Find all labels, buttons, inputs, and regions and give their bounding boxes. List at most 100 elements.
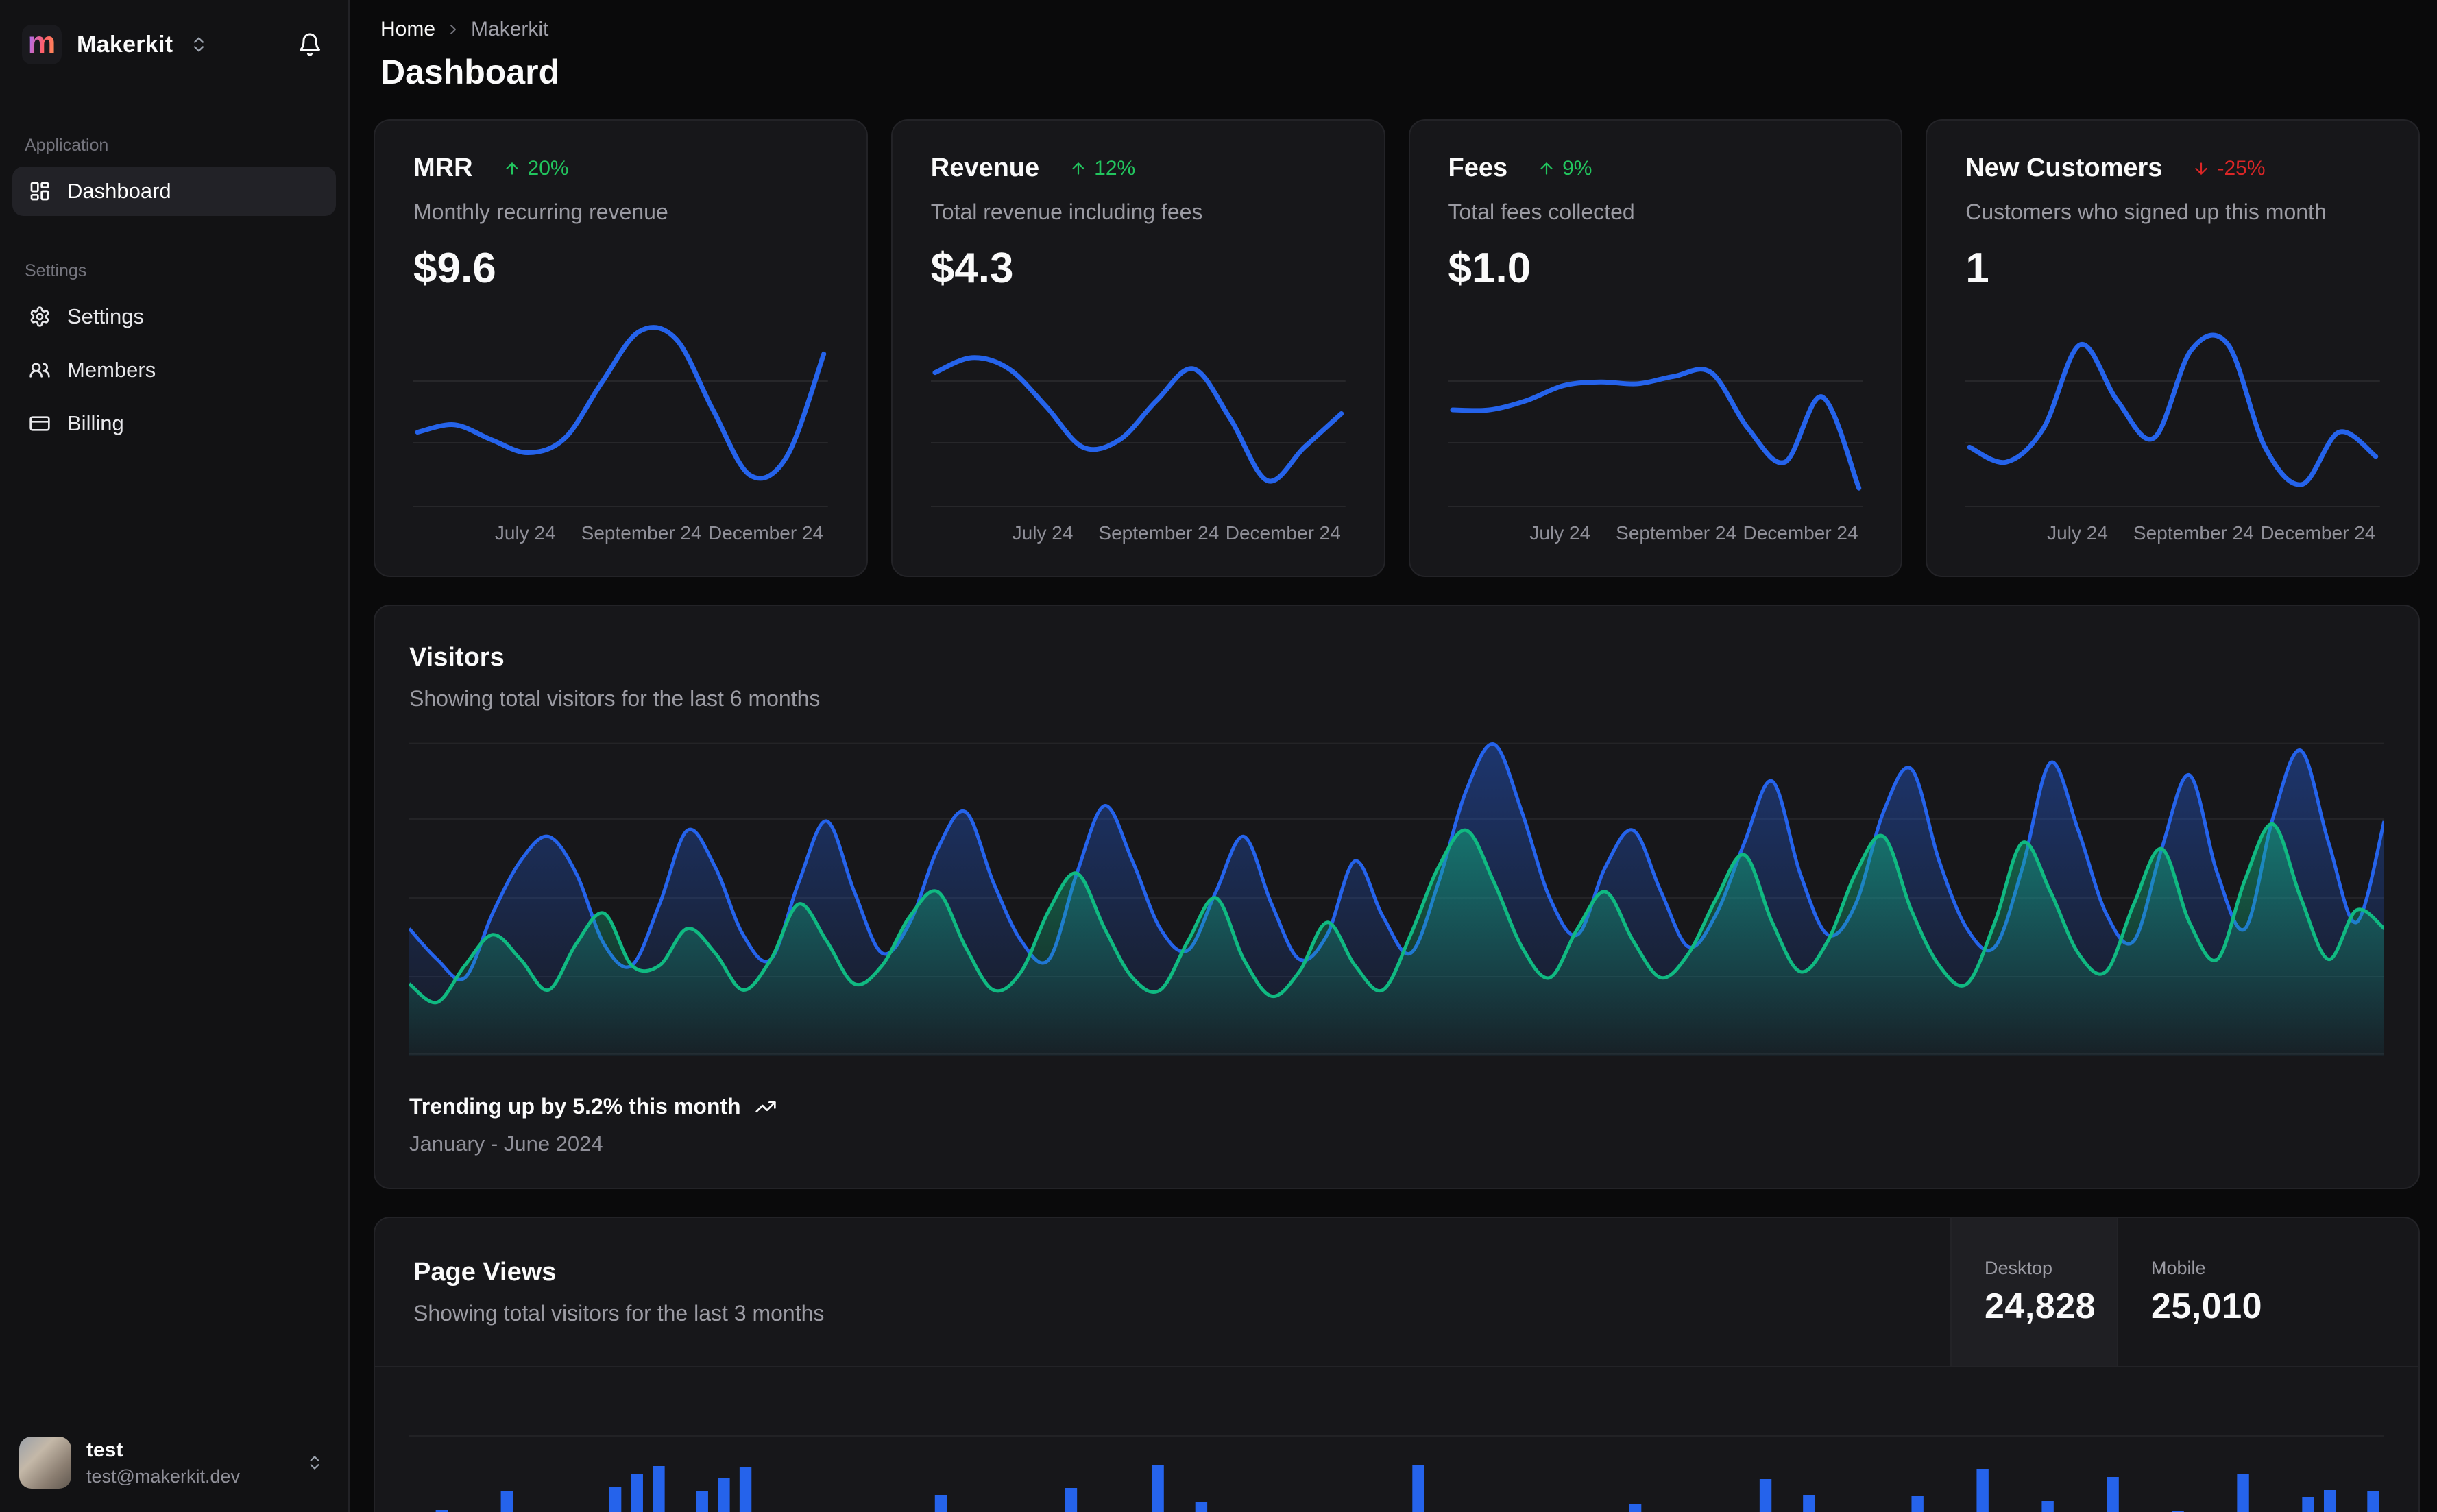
visitors-footer: Trending up by 5.2% this month January -… [409, 1094, 2384, 1156]
user-email: test@makerkit.dev [86, 1465, 240, 1487]
sidebar: m Makerkit Application Dashboard Setting… [0, 0, 350, 1512]
page-title: Dashboard [380, 53, 560, 91]
page-views-title: Page Views [413, 1258, 557, 1287]
visitors-title: Visitors [409, 643, 505, 672]
x-tick: December 24 [2260, 522, 2376, 544]
period-text: January - June 2024 [409, 1132, 603, 1156]
stat-value: $9.6 [413, 245, 496, 292]
app-root: m Makerkit Application Dashboard Setting… [0, 0, 2437, 1512]
section-label-settings: Settings [25, 261, 87, 280]
stat-card-grid: MRR 20% Monthly recurring revenue $9.6 J… [374, 119, 2420, 577]
stat-value: $4.3 [930, 245, 1014, 292]
x-tick: September 24 [581, 522, 702, 544]
visitors-description: Showing total visitors for the last 6 mo… [409, 686, 821, 711]
sidebar-item-settings[interactable]: Settings [12, 292, 336, 341]
chevrons-up-down-icon [306, 1454, 324, 1472]
page-views-description: Showing total visitors for the last 3 mo… [413, 1301, 825, 1326]
stat-title: New Customers [1965, 154, 2163, 182]
arrow-up-icon [503, 160, 521, 178]
sparkline-chart: July 24 September 24 December 24 [413, 307, 828, 550]
layout-dashboard-icon [29, 180, 51, 202]
sparkline-chart: July 24 September 24 December 24 [1965, 307, 2380, 550]
stat-card-revenue: Revenue 12% Total revenue including fees… [890, 119, 1385, 577]
page-views-header: Page Views Showing total visitors for th… [375, 1218, 2418, 1367]
stat-change-badge: -25% [2192, 156, 2266, 180]
toggle-value: 25,010 [2151, 1286, 2263, 1326]
breadcrumb: Home Makerkit [374, 18, 2420, 41]
stat-description: Customers who signed up this month [1965, 199, 2327, 224]
sparkline-chart: July 24 September 24 December 24 [930, 307, 1346, 550]
bell-icon[interactable] [298, 32, 322, 57]
workspace-switcher[interactable]: m Makerkit [12, 19, 336, 70]
x-tick: July 24 [1012, 522, 1074, 544]
breadcrumb-home[interactable]: Home [380, 18, 435, 41]
x-axis-labels: July 24 September 24 December 24 [1448, 522, 1863, 550]
stat-card-new-customers: New Customers -25% Customers who signed … [1926, 119, 2420, 577]
gear-icon [29, 306, 51, 328]
sparkline-svg [413, 325, 828, 507]
stat-card-mrr: MRR 20% Monthly recurring revenue $9.6 J… [374, 119, 868, 577]
users-icon [29, 359, 51, 381]
toggle-label: Mobile [2151, 1257, 2206, 1278]
arrow-up-icon [1538, 160, 1555, 178]
stat-value: $1.0 [1448, 245, 1531, 292]
toggle-value: 24,828 [1985, 1286, 2096, 1326]
x-axis-labels: July 24 September 24 December 24 [413, 522, 828, 550]
toggle-label: Desktop [1985, 1257, 2053, 1278]
x-tick: September 24 [2133, 522, 2254, 544]
makerkit-logo: m [22, 25, 62, 64]
x-tick: July 24 [494, 522, 556, 544]
breadcrumb-current: Makerkit [471, 18, 549, 40]
x-axis-labels: July 24 September 24 December 24 [1965, 522, 2380, 550]
x-tick: September 24 [1616, 522, 1737, 544]
sidebar-item-label: Settings [67, 304, 145, 328]
sidebar-item-dashboard[interactable]: Dashboard [12, 167, 336, 216]
visitors-card: Visitors Showing total visitors for the … [374, 605, 2420, 1189]
sidebar-item-billing[interactable]: Billing [12, 399, 336, 448]
arrow-up-icon [1069, 160, 1087, 178]
toggle-mobile[interactable]: Mobile 25,010 [2117, 1218, 2418, 1366]
section-label-application: Application [25, 136, 109, 155]
x-tick: December 24 [1743, 522, 1858, 544]
page-views-bar-chart [409, 1435, 2384, 1512]
stat-title: Fees [1448, 154, 1508, 182]
x-tick: September 24 [1098, 522, 1220, 544]
x-axis-labels: July 24 September 24 December 24 [931, 522, 1346, 550]
sidebar-item-label: Members [67, 358, 156, 382]
page-views-card: Page Views Showing total visitors for th… [374, 1217, 2420, 1512]
avatar [19, 1437, 71, 1489]
main-content: Home Makerkit Dashboard MRR 20% Monthly … [350, 0, 2437, 1512]
stat-change-value: 12% [1094, 156, 1136, 180]
stat-description: Monthly recurring revenue [413, 199, 668, 224]
sparkline-svg [1448, 367, 1863, 507]
sparkline-svg [1965, 332, 2380, 507]
x-tick: December 24 [707, 522, 824, 544]
arrow-down-icon [2192, 160, 2210, 178]
user-name: test [86, 1438, 123, 1461]
stat-change-value: 9% [1562, 156, 1592, 180]
sparkline-chart: July 24 September 24 December 24 [1448, 307, 1863, 550]
trending-up-icon [755, 1096, 777, 1118]
chevrons-up-down-icon [189, 35, 208, 54]
user-menu[interactable]: test test@makerkit.dev [12, 1430, 336, 1496]
stat-title: MRR [413, 154, 473, 182]
user-info: test test@makerkit.dev [86, 1439, 240, 1487]
stat-change-badge: 9% [1538, 157, 1592, 180]
workspace-name: Makerkit [77, 31, 173, 58]
stat-description: Total revenue including fees [930, 199, 1203, 224]
credit-card-icon [29, 413, 51, 435]
stat-card-fees: Fees 9% Total fees collected $1.0 July 2… [1408, 119, 1903, 577]
stat-change-badge: 20% [503, 157, 569, 180]
sidebar-item-label: Dashboard [67, 179, 171, 203]
stat-change-badge: 12% [1069, 157, 1135, 180]
sidebar-item-label: Billing [67, 411, 124, 435]
x-tick: July 24 [2047, 522, 2108, 544]
stat-change-value: -25% [2217, 156, 2266, 180]
toggle-desktop[interactable]: Desktop 24,828 [1950, 1218, 2117, 1366]
trend-text: Trending up by 5.2% this month [409, 1094, 741, 1119]
stat-change-value: 20% [527, 156, 569, 180]
sidebar-item-members[interactable]: Members [12, 345, 336, 395]
x-tick: December 24 [1225, 522, 1341, 544]
stat-value: 1 [1965, 245, 1989, 292]
